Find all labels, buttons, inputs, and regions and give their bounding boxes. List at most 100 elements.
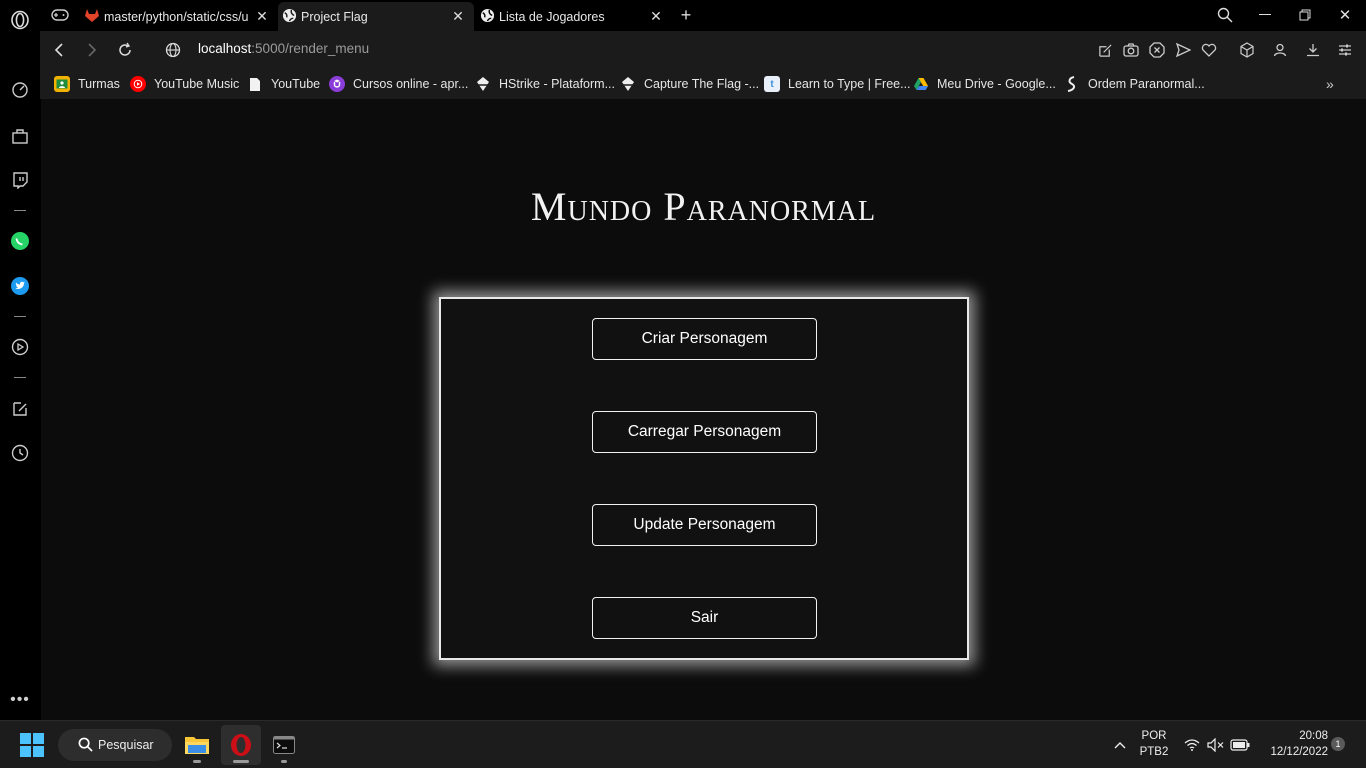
wifi-icon[interactable] <box>1182 725 1202 765</box>
running-indicator <box>281 760 287 763</box>
profile-icon[interactable] <box>1270 40 1290 60</box>
url-field[interactable]: localhost:5000/render_menu <box>198 41 369 56</box>
globe-icon <box>282 8 297 26</box>
bookmark-cursos-online[interactable]: Cursos online - apr... <box>329 75 468 93</box>
restore-icon[interactable] <box>1293 4 1317 26</box>
load-character-button[interactable]: Carregar Personagem <box>592 411 817 453</box>
site-info-icon[interactable] <box>162 39 184 61</box>
taskbar: Pesquisar POR PTB2 20:08 12/12/2022 1 <box>0 720 1366 768</box>
tab-title: Project Flag <box>301 9 368 24</box>
bookmark-hstrike[interactable]: HStrike - Plataform... <box>475 75 615 93</box>
whatsapp-icon[interactable] <box>8 229 32 253</box>
sidebar-divider <box>14 377 26 378</box>
tab-project-flag[interactable]: Project Flag ✕ <box>278 2 474 31</box>
google-drive-icon <box>913 76 929 92</box>
taskbar-search[interactable]: Pesquisar <box>58 729 172 761</box>
running-indicator <box>233 760 249 763</box>
bookmark-label: HStrike - Plataform... <box>499 77 615 91</box>
twitter-icon[interactable] <box>8 274 32 298</box>
download-icon[interactable] <box>1303 40 1323 60</box>
classroom-icon <box>54 76 70 92</box>
tab-gitlab[interactable]: master/python/static/css/u ✕ <box>80 2 278 31</box>
heart-icon[interactable] <box>1199 40 1219 60</box>
url-path: :5000/render_menu <box>251 41 370 56</box>
close-icon[interactable]: ✕ <box>648 8 664 24</box>
search-tabs-icon[interactable] <box>1213 4 1237 26</box>
send-icon[interactable] <box>1173 40 1193 60</box>
workspaces-icon[interactable] <box>8 124 32 148</box>
main-menu-panel: Criar Personagem Carregar Personagem Upd… <box>439 297 969 660</box>
terminal-icon[interactable] <box>264 725 304 765</box>
notification-badge[interactable]: 1 <box>1331 737 1345 751</box>
adblock-icon[interactable] <box>1147 40 1167 60</box>
battery-icon[interactable] <box>1230 725 1250 765</box>
reload-icon[interactable] <box>114 39 136 61</box>
back-icon[interactable] <box>48 39 70 61</box>
bookmark-label: YouTube <box>271 77 321 91</box>
bookmark-youtube[interactable]: YouTube <box>247 75 320 93</box>
pin-to-board-icon[interactable] <box>1095 40 1115 60</box>
clock-date[interactable]: 12/12/2022 <box>1256 746 1328 758</box>
page-title: Mundo Paranormal <box>530 184 877 229</box>
update-character-button[interactable]: Update Personagem <box>592 504 817 546</box>
minimize-icon[interactable] <box>1253 4 1277 26</box>
file-explorer-icon[interactable] <box>177 725 217 765</box>
gitlab-icon <box>84 7 100 26</box>
forward-icon[interactable] <box>81 39 103 61</box>
more-icon[interactable]: ••• <box>8 688 32 712</box>
address-bar: localhost:5000/render_menu <box>40 31 1366 69</box>
clock-time[interactable]: 20:08 <box>1260 730 1328 742</box>
create-character-button[interactable]: Criar Personagem <box>592 318 817 360</box>
ordem-icon <box>1064 76 1080 92</box>
more-bookmarks-icon[interactable]: » <box>1326 75 1334 93</box>
speed-dial-icon[interactable] <box>8 78 32 102</box>
gamepad-icon[interactable] <box>50 5 70 25</box>
keyboard-layout[interactable]: PTB2 <box>1137 746 1171 758</box>
youtube-music-icon <box>130 76 146 92</box>
globe-icon <box>480 8 495 26</box>
chevron-up-icon[interactable] <box>1100 725 1140 765</box>
bookmark-label: Learn to Type | Free... <box>788 77 911 91</box>
opera-taskbar-icon[interactable] <box>221 725 261 765</box>
bookmark-label: Capture The Flag -... <box>644 77 760 91</box>
language-indicator[interactable]: POR <box>1137 730 1171 742</box>
tab-title: master/python/static/css/u <box>104 9 249 24</box>
bookmark-capture-the-flag[interactable]: Capture The Flag -... <box>620 75 759 93</box>
extensions-cube-icon[interactable] <box>1237 40 1257 60</box>
tab-lista-jogadores[interactable]: Lista de Jogadores ✕ <box>476 2 672 31</box>
bookmark-label: Cursos online - apr... <box>353 77 469 91</box>
bookmark-youtube-music[interactable]: YouTube Music <box>130 75 239 93</box>
easy-setup-icon[interactable] <box>1335 40 1355 60</box>
opera-logo-icon[interactable] <box>8 8 32 32</box>
bookmark-turmas[interactable]: Turmas <box>54 75 120 93</box>
page-content: Mundo Paranormal Criar Personagem Carreg… <box>41 99 1366 720</box>
bookmark-learn-to-type[interactable]: t Learn to Type | Free... <box>764 75 911 93</box>
bookmark-label: Ordem Paranormal... <box>1088 77 1205 91</box>
url-host: localhost <box>198 41 252 56</box>
sidebar-divider <box>14 316 26 317</box>
bookmark-label: Meu Drive - Google... <box>937 77 1056 91</box>
close-window-icon[interactable]: ✕ <box>1333 4 1357 26</box>
bookmark-ordem-paranormal[interactable]: Ordem Paranormal... <box>1064 75 1205 93</box>
running-indicator <box>193 760 201 763</box>
history-icon[interactable] <box>8 441 32 465</box>
exit-button[interactable]: Sair <box>592 597 817 639</box>
bookmark-label: YouTube Music <box>154 77 240 91</box>
bookmarks-bar: Turmas YouTube Music YouTube Cursos onli… <box>40 69 1366 99</box>
document-icon <box>247 76 263 92</box>
camera-icon[interactable] <box>1121 40 1141 60</box>
typing-icon: t <box>764 76 780 92</box>
windows-start-icon[interactable] <box>12 725 52 765</box>
udemy-icon <box>329 76 345 92</box>
search-label: Pesquisar <box>98 738 154 752</box>
tab-strip: master/python/static/css/u ✕ Project Fla… <box>40 0 1366 31</box>
close-icon[interactable]: ✕ <box>254 8 270 24</box>
tab-title: Lista de Jogadores <box>499 9 605 24</box>
pinboard-icon[interactable] <box>8 397 32 421</box>
twitch-icon[interactable] <box>8 168 32 192</box>
new-tab-icon[interactable]: + <box>674 4 698 26</box>
close-icon[interactable]: ✕ <box>450 8 466 24</box>
player-icon[interactable] <box>8 335 32 359</box>
volume-muted-icon[interactable] <box>1206 725 1226 765</box>
bookmark-google-drive[interactable]: Meu Drive - Google... <box>913 75 1056 93</box>
